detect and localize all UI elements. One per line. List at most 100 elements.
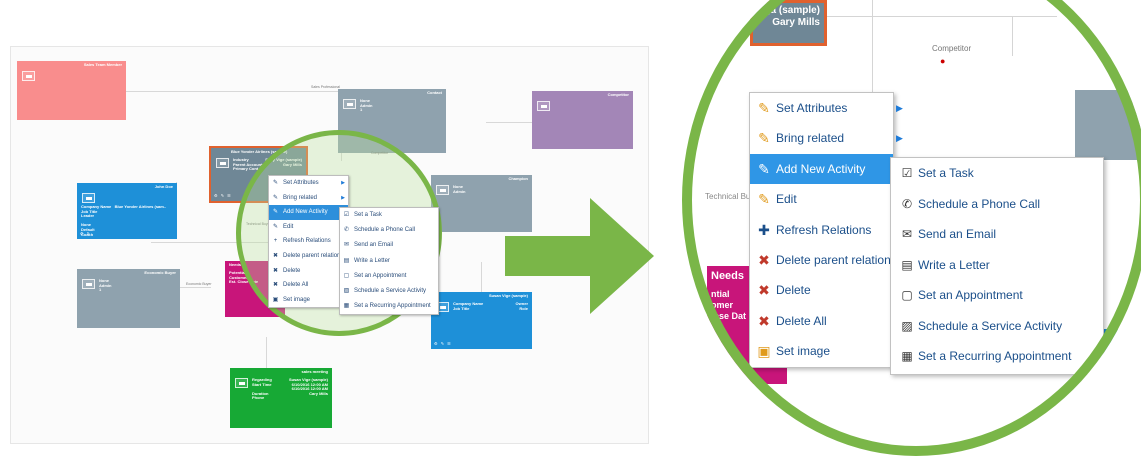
card-details: None Admin	[453, 184, 466, 194]
card-blue-yonder-fragment: ga (sample) Gary Mills	[750, 0, 827, 46]
menu-item-refresh-relations[interactable]: + Refresh Relations	[269, 234, 348, 249]
submenu-item-send-an-email[interactable]: ✉ Send an Email	[340, 238, 438, 253]
menu-item-delete-all[interactable]: ✖ Delete All	[750, 306, 893, 336]
card-header: Champion	[508, 176, 528, 181]
menu-item-edit[interactable]: ✎ Edit	[269, 220, 348, 235]
menu-item-icon: ✖	[758, 282, 770, 299]
folder-icon	[235, 378, 248, 388]
menu-item-bring-related[interactable]: ✎ Bring related ▶	[269, 191, 348, 206]
submenu-item-send-an-email[interactable]: ✉ Send an Email	[891, 219, 1101, 250]
contact-card-icon	[343, 99, 356, 109]
submenu-item-label: Set a Task	[918, 166, 974, 180]
menu-item-label: Delete	[283, 267, 301, 274]
submenu-item-label: Set an Appointment	[918, 288, 1023, 302]
menu-item-icon: ✖	[272, 267, 279, 274]
menu-item-edit[interactable]: ✎ Edit	[750, 184, 893, 214]
contact-card-icon	[82, 193, 95, 203]
submenu-item-schedule-a-phone-call[interactable]: ✆ Schedule a Phone Call	[891, 189, 1101, 220]
submenu-arrow-icon: ▶	[896, 103, 903, 113]
connector-line	[266, 337, 267, 372]
menu-item-delete[interactable]: ✖ Delete	[750, 275, 893, 305]
menu-item-icon: ▣	[757, 343, 771, 360]
submenu-item-icon: ✉	[343, 242, 350, 249]
relation-label: Economic Buyer	[186, 282, 212, 286]
card-header: Competitor	[607, 92, 629, 97]
menu-item-icon: ✖	[758, 312, 770, 329]
submenu-item-label: Send an Email	[354, 242, 394, 249]
card-competitor[interactable]: Competitor	[532, 91, 633, 149]
menu-item-label: Set image	[776, 344, 831, 359]
menu-item-label: Refresh Relations	[283, 238, 331, 245]
menu-item-icon: ✚	[758, 221, 770, 238]
menu-item-label: Set Attributes	[283, 180, 319, 186]
user-icon: ●	[940, 56, 946, 66]
submenu-item-label: Write a Letter	[354, 257, 390, 264]
submenu-item-write-a-letter[interactable]: ▤ Write a Letter	[891, 250, 1101, 281]
menu-item-bring-related[interactable]: ✎ Bring related ▶	[750, 123, 903, 153]
menu-item-delete-all[interactable]: ✖ Delete All	[269, 278, 348, 293]
card-header: Sales Team Member	[83, 62, 122, 67]
submenu-item-set-a-recurring-appointment[interactable]: ▦ Set a Recurring Appointment	[340, 299, 438, 314]
submenu-item-icon: ▤	[901, 257, 913, 272]
submenu-item-schedule-a-service-activity[interactable]: ▨ Schedule a Service Activity	[891, 311, 1101, 342]
card-details: Company Name Blue Yonder Airlines (sam..…	[81, 204, 167, 237]
submenu-item-label: Set a Recurring Appointment	[354, 303, 431, 310]
card-champion[interactable]: Champion None Admin	[431, 175, 532, 232]
submenu-item-set-a-recurring-appointment[interactable]: ▦ Set a Recurring Appointment	[891, 341, 1101, 372]
activity-submenu: ☑ Set a Task ✆ Schedule a Phone Call ✉ Send a…	[890, 157, 1104, 375]
menu-item-add-new-activity[interactable]: ✎ Add New Activity	[269, 205, 348, 220]
submenu-item-write-a-letter[interactable]: ▤ Write a Letter	[340, 254, 438, 269]
connector-line	[1012, 16, 1013, 56]
submenu-item-set-an-appointment[interactable]: ▢ Set an Appointment	[340, 269, 438, 284]
submenu-item-label: Set a Task	[354, 212, 382, 218]
submenu-item-icon: ▦	[343, 303, 350, 310]
menu-item-label: Delete All	[283, 282, 309, 289]
folder-icon	[22, 71, 35, 81]
menu-item-icon: ✎	[272, 209, 279, 216]
menu-item-label: Delete	[776, 283, 811, 298]
menu-item-set-attributes[interactable]: ✎ Set Attributes ▶	[750, 93, 903, 123]
submenu-item-label: Schedule a Service Activity	[354, 287, 427, 294]
card-details: Company Name Job Title	[453, 301, 484, 311]
card-toolbar[interactable]: ⚙ ✎ ☰	[434, 342, 452, 347]
menu-item-set-image[interactable]: ▣ Set image	[269, 293, 348, 308]
menu-item-add-new-activity[interactable]: ✎ Add New Activity	[750, 153, 893, 185]
submenu-item-set-a-task[interactable]: ☑ Set a Task	[891, 158, 1101, 189]
card-toolbar[interactable]: ⚙ ✎	[80, 232, 91, 237]
card-details: None Admin 1	[99, 278, 112, 293]
submenu-item-label: Set a Recurring Appointment	[918, 349, 1072, 363]
card-toolbar[interactable]: ⚙ ✎ ☰	[214, 194, 232, 199]
card-sales-meeting[interactable]: sales meeting Regarding Start Time Durat…	[230, 368, 332, 428]
card-economic-buyer[interactable]: Economic Buyer None Admin 1	[77, 269, 180, 328]
menu-item-label: Edit	[283, 223, 294, 230]
card-susan-vige[interactable]: Susan Vige (sample) Company Name Job Tit…	[431, 292, 532, 349]
connector-line	[827, 16, 1057, 17]
folder-icon	[537, 101, 550, 111]
menu-item-set-image[interactable]: ▣ Set image	[750, 336, 893, 366]
card-header: Contact	[427, 90, 442, 95]
submenu-item-set-an-appointment[interactable]: ▢ Set an Appointment	[891, 280, 1101, 311]
menu-item-delete-parent-relation[interactable]: ✖ Delete parent relation	[269, 249, 348, 264]
menu-item-delete-parent-relation[interactable]: ✖ Delete parent relation	[750, 245, 893, 275]
card-header: Needs	[229, 262, 242, 267]
menu-item-icon: ✎	[272, 180, 279, 186]
card-john-doe[interactable]: John Doe Company Name Blue Yonder Airlin…	[77, 183, 177, 239]
card-details: Regarding Start Time Duration Phone	[252, 377, 272, 401]
submenu-item-set-a-task[interactable]: ☑ Set a Task	[340, 208, 438, 223]
card-header: John Doe	[154, 184, 173, 189]
submenu-item-label: Schedule a Phone Call	[918, 196, 1041, 211]
card-sales-team-member[interactable]: Sales Team Member	[17, 61, 126, 120]
menu-item-icon: ✎	[272, 194, 279, 201]
submenu-item-label: Schedule a Phone Call	[354, 227, 416, 234]
submenu-item-icon: ✉	[901, 227, 913, 241]
card-contact-fragment	[1075, 90, 1141, 160]
submenu-item-schedule-a-service-activity[interactable]: ▨ Schedule a Service Activity	[340, 284, 438, 299]
menu-item-refresh-relations[interactable]: ✚ Refresh Relations	[750, 215, 893, 245]
menu-item-delete[interactable]: ✖ Delete	[269, 264, 348, 279]
menu-item-icon: ✖	[272, 282, 279, 289]
arrow-right-icon	[505, 236, 590, 276]
menu-item-set-attributes[interactable]: ✎ Set Attributes ▶	[269, 176, 348, 191]
folder-icon	[216, 158, 229, 168]
menu-item-icon: ✎	[758, 160, 770, 177]
submenu-item-schedule-a-phone-call[interactable]: ✆ Schedule a Phone Call	[340, 223, 438, 238]
